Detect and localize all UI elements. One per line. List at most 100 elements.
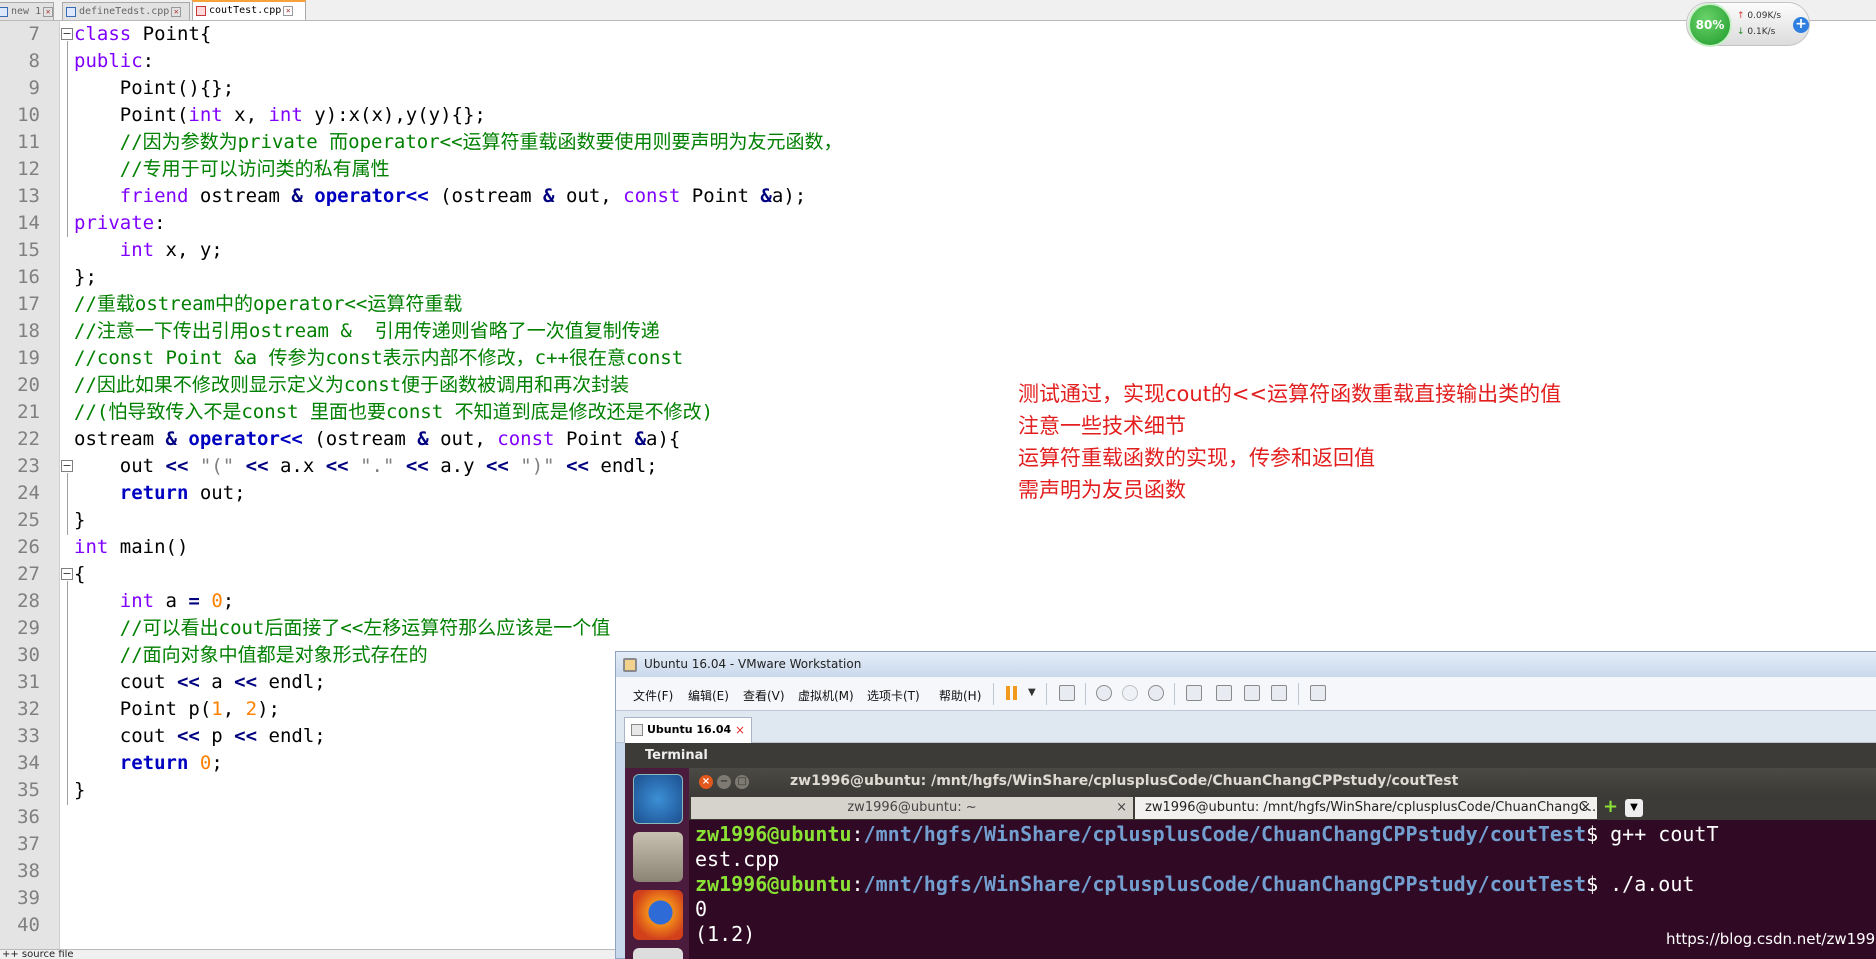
close-icon[interactable]: ✕ xyxy=(283,6,294,16)
snapshot-icon[interactable] xyxy=(1096,685,1112,701)
annotation-line: 需声明为友员函数 xyxy=(1018,478,1186,502)
fold-toggle-icon[interactable]: − xyxy=(61,28,73,40)
ubuntu-top-panel: Terminal xyxy=(625,743,1876,768)
line-number: 35 xyxy=(17,779,40,801)
tab-label: zw1996@ubuntu: ~ xyxy=(847,800,977,815)
code-line-9: Point(){}; xyxy=(74,77,235,99)
tab-new-1[interactable]: new 1 ✕ xyxy=(0,2,54,20)
terminal-tab-bar: zw1996@ubuntu: ~ × zw1996@ubuntu: /mnt/hg… xyxy=(689,795,1876,820)
tab-couttest[interactable]: coutTest.cpp ✕ xyxy=(192,0,306,20)
line-number: 14 xyxy=(17,212,40,234)
tab-label: zw1996@ubuntu: /mnt/hgfs/WinShare/cplusp… xyxy=(1145,800,1597,815)
close-icon[interactable]: × xyxy=(1580,797,1591,819)
annotation-line: 运算符重载函数的实现，传参和返回值 xyxy=(1018,446,1375,470)
tab-ubuntu[interactable]: Ubuntu 16.04 × xyxy=(624,717,752,743)
line-number: 34 xyxy=(17,752,40,774)
terminal-tab-couttest[interactable]: zw1996@ubuntu: /mnt/hgfs/WinShare/cplusp… xyxy=(1135,797,1597,819)
pause-icon[interactable] xyxy=(1004,685,1020,701)
line-number: 23 xyxy=(17,455,40,477)
line-number: 19 xyxy=(17,347,40,369)
close-icon[interactable]: ✕ xyxy=(171,7,182,17)
watermark: https://blog.csdn.net/zw1996 xyxy=(1666,930,1876,948)
code-line-22: ostream & operator<< (ostream & out, con… xyxy=(74,428,681,450)
vmware-window[interactable]: Ubuntu 16.04 - VMware Workstation 文件(F) … xyxy=(615,651,1876,959)
tab-label: new 1 xyxy=(11,6,42,17)
close-icon[interactable]: × xyxy=(699,775,713,789)
terminal-line: (1.2) xyxy=(695,922,756,946)
line-number: 9 xyxy=(28,77,40,99)
code-line-10: Point(int x, int y):x(x),y(y){}; xyxy=(74,104,486,126)
code-line-13: friend ostream & operator<< (ostream & o… xyxy=(119,185,807,207)
revert-snapshot-icon[interactable] xyxy=(1122,685,1138,701)
line-number: 27 xyxy=(17,563,40,585)
close-icon[interactable]: × xyxy=(1116,797,1127,819)
office-icon[interactable] xyxy=(633,948,683,959)
line-number: 7 xyxy=(28,23,40,45)
tab-label: Ubuntu 16.04 xyxy=(647,723,732,736)
send-ctrl-alt-del-icon[interactable] xyxy=(1059,685,1075,701)
code-line-29: //可以看出cout后面接了<<左移运算符那么应该是一个值 xyxy=(74,617,611,639)
code-line-21: //(怕导致传入不是const 里面也要const 不知道到底是修改还是不修改) xyxy=(74,401,714,423)
vm-icon xyxy=(631,724,643,736)
new-tab-icon[interactable]: + xyxy=(1603,798,1618,816)
line-number: 29 xyxy=(17,617,40,639)
toolbar-divider xyxy=(1298,683,1299,705)
menu-help[interactable]: 帮助(H) xyxy=(939,687,981,704)
code-line-15: int x, y; xyxy=(119,239,223,261)
line-number: 28 xyxy=(17,590,40,612)
memory-percent-badge: 80% xyxy=(1688,3,1732,47)
ubuntu-desktop[interactable]: Terminal × − □ zw1996@ubuntu: /mnt/hgfs/… xyxy=(625,743,1876,959)
line-number: 16 xyxy=(17,266,40,288)
dash-icon[interactable] xyxy=(633,774,683,824)
sidebar-icon[interactable] xyxy=(1186,685,1202,701)
vmware-title-bar[interactable]: Ubuntu 16.04 - VMware Workstation xyxy=(616,652,1876,677)
upload-speed: ↑ 0.09K/s xyxy=(1737,11,1782,21)
chevron-down-icon[interactable]: ▼ xyxy=(1028,687,1036,698)
code-line-32: Point p(1, 2); xyxy=(74,698,280,720)
code-line-25: } xyxy=(74,509,86,531)
terminal-title-bar[interactable]: × − □ zw1996@ubuntu: /mnt/hgfs/WinShare/… xyxy=(689,768,1876,795)
code-line-7: class Point{ xyxy=(74,23,212,45)
plus-icon[interactable]: + xyxy=(1793,17,1809,33)
code-line-26: int main() xyxy=(74,536,189,558)
code-line-33: cout << p << endl; xyxy=(74,725,326,747)
code-line-14: private: xyxy=(74,212,166,234)
fold-toggle-icon[interactable]: − xyxy=(61,460,73,472)
snapshot-manager-icon[interactable] xyxy=(1148,685,1164,701)
fullscreen-icon[interactable] xyxy=(1244,685,1260,701)
close-icon[interactable]: ✕ xyxy=(43,7,54,17)
line-number: 13 xyxy=(17,185,40,207)
line-number: 26 xyxy=(17,536,40,558)
line-number: 32 xyxy=(17,698,40,720)
files-icon[interactable] xyxy=(633,832,683,882)
toolbar-divider xyxy=(993,683,994,705)
code-line-28: int a = 0; xyxy=(119,590,235,612)
line-number-gutter: 7 8 9 10 11 12 13 14 15 16 17 18 19 20 2… xyxy=(0,21,60,949)
line-number: 33 xyxy=(17,725,40,747)
minimize-icon[interactable]: − xyxy=(717,775,731,789)
menu-vm[interactable]: 虚拟机(M) xyxy=(798,687,854,704)
console-view-icon[interactable] xyxy=(1216,685,1232,701)
line-number: 20 xyxy=(17,374,40,396)
chevron-down-icon[interactable]: ▼ xyxy=(1625,799,1643,817)
menu-view[interactable]: 查看(V) xyxy=(743,687,785,704)
terminal-tab-home[interactable]: zw1996@ubuntu: ~ × xyxy=(691,797,1133,819)
fold-line xyxy=(67,41,68,237)
tab-label: defineTedst.cpp xyxy=(79,6,170,17)
menu-file[interactable]: 文件(F) xyxy=(633,687,673,704)
close-icon[interactable]: × xyxy=(735,718,745,742)
line-number: 12 xyxy=(17,158,40,180)
preferences-icon[interactable] xyxy=(1310,685,1326,701)
line-number: 15 xyxy=(17,239,40,261)
menu-edit[interactable]: 编辑(E) xyxy=(688,687,729,704)
menu-tabs[interactable]: 选项卡(T) xyxy=(867,687,920,704)
annotation-note: 测试通过，实现cout的<<运算符函数重载直接输出类的值 注意一些技术细节 运算符重… xyxy=(1018,378,1561,506)
firefox-icon[interactable] xyxy=(633,890,683,940)
unity-icon[interactable] xyxy=(1271,685,1287,701)
fold-toggle-icon[interactable]: − xyxy=(61,568,73,580)
tab-definetedst[interactable]: defineTedst.cpp ✕ xyxy=(62,2,190,20)
active-app-title: Terminal xyxy=(645,748,708,763)
maximize-icon[interactable]: □ xyxy=(735,775,749,789)
vmware-logo-icon xyxy=(623,658,637,672)
net-speed-widget[interactable]: 80% ↑ 0.09K/s ↓ 0.1K/s + xyxy=(1686,2,1810,47)
